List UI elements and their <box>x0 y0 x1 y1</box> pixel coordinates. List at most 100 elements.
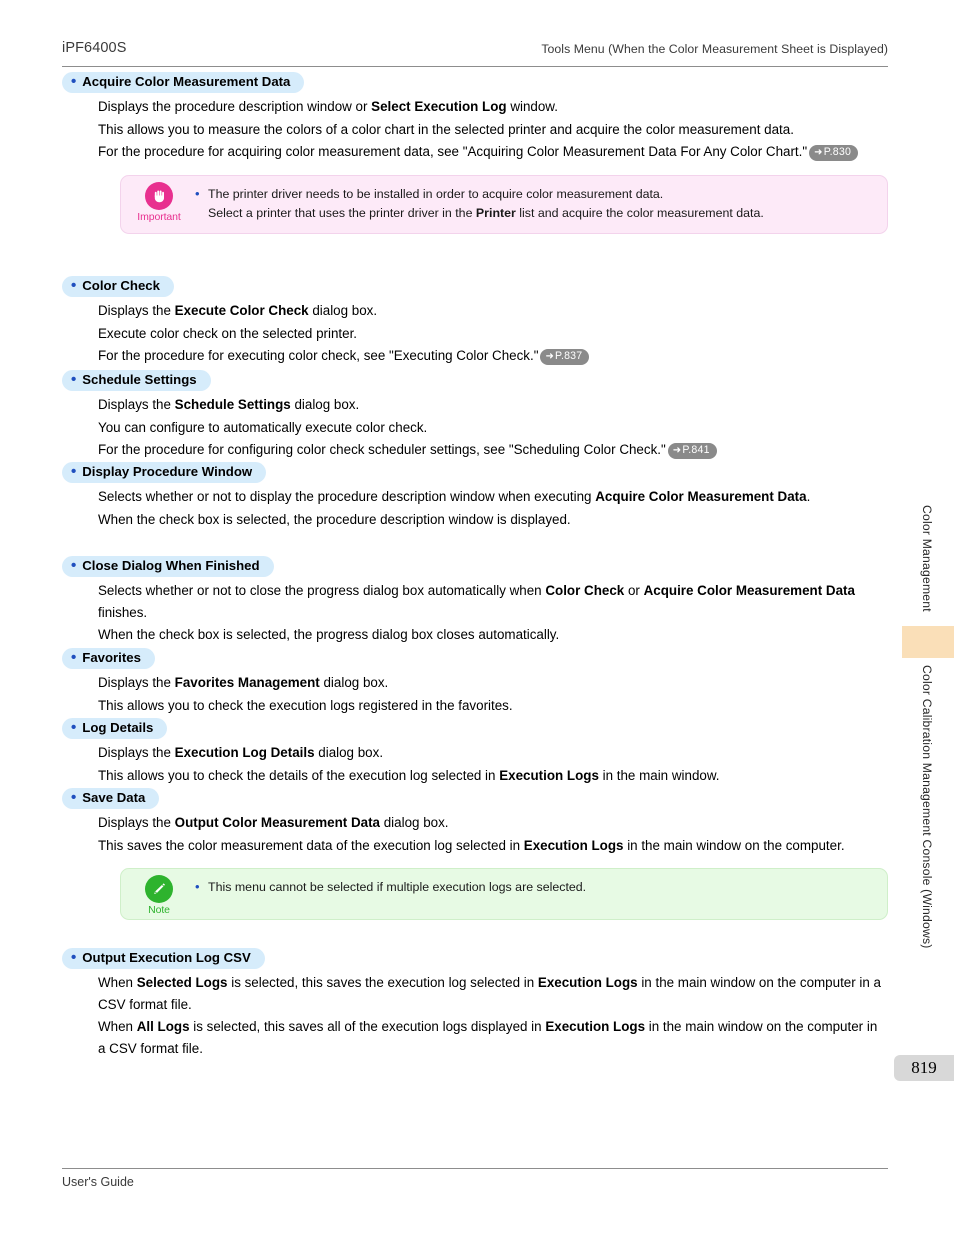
text-fragment: For the procedure for acquiring color me… <box>98 144 808 159</box>
paragraph: Displays the Schedule Settings dialog bo… <box>98 394 888 416</box>
emphasis-schedule-settings: Schedule Settings <box>174 397 291 412</box>
section-display-procedure-window: • Display Procedure Window Selects whethe… <box>62 462 888 530</box>
text-fragment: Displays the <box>98 397 175 412</box>
heading-close-dialog-when-finished: • Close Dialog When Finished <box>62 556 274 577</box>
heading-display-procedure-window: • Display Procedure Window <box>62 462 267 483</box>
text-fragment: is selected, this saves all of the execu… <box>189 1019 546 1034</box>
paragraph: When All Logs is selected, this saves al… <box>98 1016 888 1059</box>
arrow-right-icon: ➜ <box>545 351 555 362</box>
text-fragment: dialog box. <box>314 745 384 760</box>
heading-color-check: • Color Check <box>62 276 174 297</box>
important-icon-label: Important <box>137 210 181 223</box>
section-favorites: • Favorites Displays the Favorites Manage… <box>62 648 888 716</box>
text-fragment: or <box>624 583 644 598</box>
page-reference-badge[interactable]: ➜P.841 <box>667 443 717 459</box>
emphasis-execution-logs: Execution Logs <box>537 975 638 990</box>
page-reference-label: P.841 <box>682 444 710 456</box>
arrow-right-icon: ➜ <box>814 147 823 158</box>
text-fragment: Selects whether or not to close the prog… <box>98 583 546 598</box>
bullet-dot-icon: • <box>71 557 77 574</box>
emphasis-color-check: Color Check <box>545 583 625 598</box>
section-output-execution-log-csv: • Output Execution Log CSV When Selected … <box>62 948 888 1059</box>
header-product-name: iPF6400S <box>62 40 127 56</box>
paragraph: For the procedure for configuring color … <box>98 439 888 461</box>
emphasis-execute-color-check: Execute Color Check <box>174 303 309 318</box>
emphasis-acquire-color-measurement-data: Acquire Color Measurement Data <box>643 583 855 598</box>
body-log-details: Displays the Execution Log Details dialo… <box>62 742 888 786</box>
bullet-dot-icon: • <box>71 789 77 806</box>
callout-line: Select a printer that uses the printer d… <box>195 204 875 223</box>
heading-acquire-color-measurement-data: • Acquire Color Measurement Data <box>62 72 305 93</box>
bullet-dot-icon: • <box>71 277 77 294</box>
text-fragment: list and acquire the color measurement d… <box>515 205 764 220</box>
heading-label: Log Details <box>82 720 154 735</box>
footer-divider <box>62 1168 888 1169</box>
text-fragment: Displays the <box>98 675 175 690</box>
heading-label: Color Check <box>82 278 160 293</box>
emphasis-all-logs: All Logs <box>136 1019 190 1034</box>
paragraph: Selects whether or not to close the prog… <box>98 580 888 623</box>
heading-label: Favorites <box>82 650 141 665</box>
callout-line: This menu cannot be selected if multiple… <box>195 877 875 897</box>
hand-glyph <box>145 182 173 210</box>
page-reference-badge[interactable]: ➜P.837 <box>540 349 590 365</box>
sidebar-active-tab-marker[interactable] <box>902 626 954 658</box>
heading-label: Output Execution Log CSV <box>82 950 251 965</box>
page-reference-label: P.830 <box>823 146 852 158</box>
bullet-dot-icon: • <box>71 73 77 90</box>
callout-note: Note This menu cannot be selected if mul… <box>120 868 888 920</box>
sidebar-label-color-management: Color Management <box>920 505 934 612</box>
paragraph: Displays the Output Color Measurement Da… <box>98 812 888 834</box>
text-fragment: in the main window on the computer. <box>623 837 845 853</box>
text-fragment: in the main window. <box>598 767 720 783</box>
footer-label: User's Guide <box>62 1175 134 1189</box>
text-fragment: For the procedure for configuring color … <box>98 442 666 457</box>
text-fragment: dialog box. <box>380 815 449 830</box>
text-fragment: Displays the <box>98 745 175 760</box>
body-schedule-settings: Displays the Schedule Settings dialog bo… <box>62 394 888 461</box>
text-fragment: This allows you to check the details of … <box>98 767 500 783</box>
text-fragment: Displays the <box>98 303 175 318</box>
page-number-badge: 819 <box>894 1055 954 1081</box>
body-output-execution-log-csv: When Selected Logs is selected, this sav… <box>62 972 888 1059</box>
callout-important: Important The printer driver needs to be… <box>120 174 888 234</box>
document-page: iPF6400S Tools Menu (When the Color Meas… <box>0 0 954 1235</box>
text-fragment: dialog box. <box>319 675 389 690</box>
text-fragment: When <box>98 975 137 990</box>
body-color-check: Displays the Execute Color Check dialog … <box>62 300 888 367</box>
sidebar-label-color-calibration-console: Color Calibration Management Console (Wi… <box>920 665 934 949</box>
emphasis-execution-logs: Execution Logs <box>499 767 599 783</box>
page-reference-badge[interactable]: ➜P.830 <box>809 145 859 161</box>
section-color-check: • Color Check Displays the Execute Color … <box>62 276 888 367</box>
paragraph: Displays the procedure description windo… <box>98 96 888 118</box>
paragraph: This saves the color measurement data of… <box>98 835 888 857</box>
callout-note-lines: This menu cannot be selected if multiple… <box>195 877 875 897</box>
section-log-details: • Log Details Displays the Execution Log … <box>62 718 888 786</box>
heading-favorites: • Favorites <box>62 648 155 669</box>
paragraph: Displays the Favorites Management dialog… <box>98 672 888 694</box>
heading-label: Display Procedure Window <box>82 464 253 479</box>
paragraph: This allows you to check the execution l… <box>98 697 513 713</box>
emphasis-selected-logs: Selected Logs <box>136 975 228 990</box>
paragraph: When Selected Logs is selected, this sav… <box>98 972 888 1015</box>
emphasis-printer: Printer <box>475 205 516 220</box>
pencil-glyph <box>145 875 173 903</box>
pencil-svg <box>154 883 165 894</box>
bullet-dot-icon: • <box>71 949 77 966</box>
heading-label: Schedule Settings <box>82 372 197 387</box>
heading-save-data: • Save Data <box>62 788 160 809</box>
callout-important-icon-group: Important <box>133 181 185 223</box>
paragraph: Execute color check on the selected prin… <box>98 325 358 341</box>
paragraph: For the procedure for acquiring color me… <box>98 141 888 163</box>
emphasis-execution-log-details: Execution Log Details <box>174 745 315 760</box>
paragraph: Displays the Execution Log Details dialo… <box>98 742 888 764</box>
emphasis-execution-logs: Execution Logs <box>523 837 624 853</box>
note-pencil-icon <box>145 875 173 903</box>
bullet-dot-icon: • <box>71 719 77 736</box>
body-close-dialog: Selects whether or not to close the prog… <box>62 580 888 646</box>
text-fragment: When <box>98 1019 137 1034</box>
header-chapter-title: Tools Menu (When the Color Measurement S… <box>541 42 888 56</box>
text-fragment: dialog box. <box>308 303 378 318</box>
note-icon-label: Note <box>148 904 170 916</box>
section-save-data: • Save Data Displays the Output Color Mea… <box>62 788 888 932</box>
